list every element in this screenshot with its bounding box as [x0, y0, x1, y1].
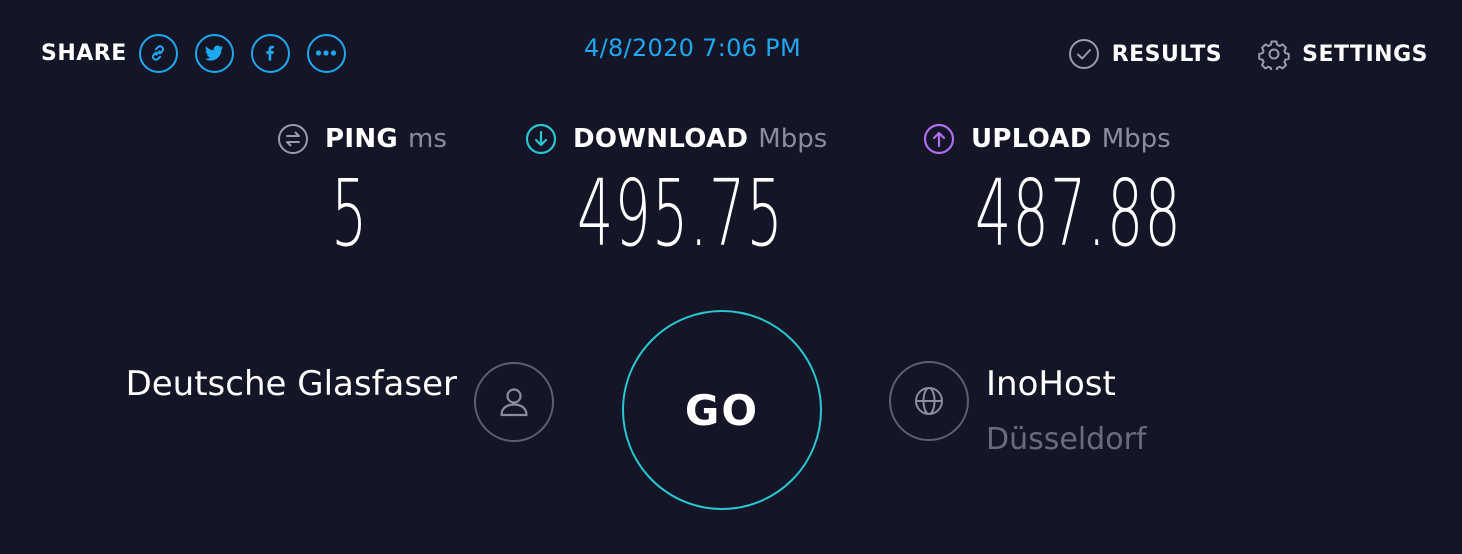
server-globe-button[interactable] [889, 361, 969, 441]
speedtest-page: SHARE 4/8/2020 7:06 PM RESULTS SETTINGS … [0, 0, 1462, 554]
isp-name: Deutsche Glasfaser [125, 364, 457, 404]
share-more-button[interactable] [306, 33, 346, 73]
download-arrow-icon [525, 123, 557, 155]
result-timestamp: 4/8/2020 7:06 PM [584, 34, 801, 62]
server-location: Düsseldorf [986, 422, 1147, 457]
upload-label: UPLOAD [971, 124, 1092, 154]
more-icon [316, 50, 337, 56]
go-button[interactable]: GO [622, 310, 822, 510]
share-twitter-button[interactable] [194, 33, 234, 73]
download-metric: DOWNLOAD Mbps 495.75 [525, 118, 828, 260]
go-label: GO [684, 385, 760, 435]
facebook-icon [266, 45, 275, 61]
server-name[interactable]: InoHost [986, 364, 1116, 404]
isp-user-button[interactable] [474, 362, 554, 442]
ping-unit: ms [408, 124, 447, 154]
gear-icon [1258, 38, 1290, 70]
settings-label: SETTINGS [1302, 41, 1428, 67]
ping-icon [277, 123, 309, 155]
upload-arrow-icon [923, 123, 955, 155]
download-label: DOWNLOAD [573, 124, 749, 154]
user-icon [500, 388, 528, 417]
settings-link[interactable]: SETTINGS [1258, 38, 1428, 70]
share-link-button[interactable] [138, 33, 178, 73]
ping-value: 5 [331, 160, 369, 267]
share-label: SHARE [41, 40, 127, 66]
twitter-icon [205, 45, 224, 61]
globe-icon [915, 387, 943, 415]
check-circle-icon [1068, 38, 1100, 70]
upload-value: 487.88 [975, 160, 1183, 267]
share-facebook-button[interactable] [250, 33, 290, 73]
results-link[interactable]: RESULTS [1068, 38, 1222, 70]
download-unit: Mbps [758, 124, 828, 154]
share-bar: SHARE [41, 31, 363, 75]
upload-metric: UPLOAD Mbps 487.88 [923, 118, 1181, 260]
link-icon [152, 45, 165, 61]
upload-unit: Mbps [1101, 124, 1171, 154]
results-label: RESULTS [1111, 41, 1223, 67]
ping-metric: PING ms 5 [277, 118, 447, 260]
ping-label: PING [325, 124, 399, 154]
top-nav: RESULTS SETTINGS [1068, 34, 1428, 74]
download-value: 495.75 [577, 160, 785, 267]
